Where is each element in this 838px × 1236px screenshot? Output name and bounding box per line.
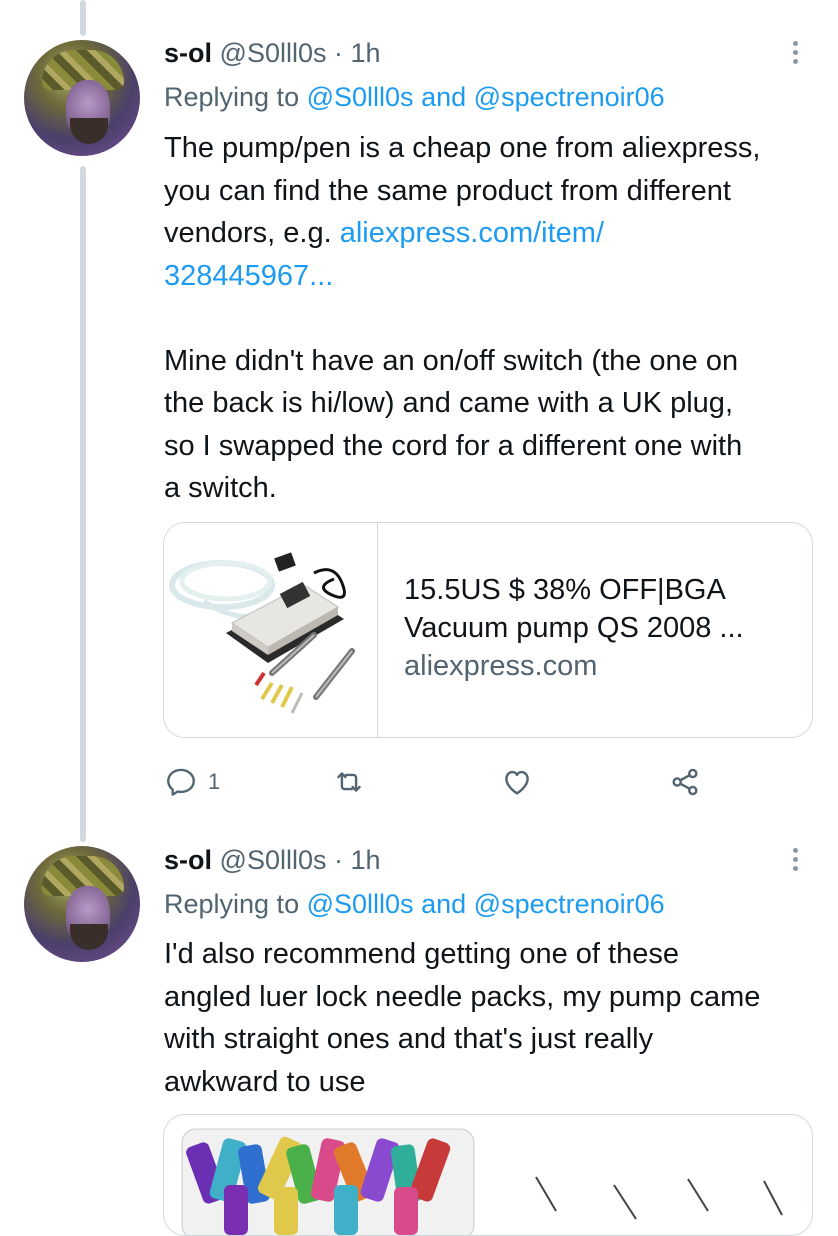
link-preview-card[interactable]: 15.5US $ 38% OFF|BGA Vacuum pump QS 2008…	[163, 522, 813, 738]
avatar[interactable]	[24, 846, 140, 962]
card-image	[164, 523, 378, 737]
author-handle[interactable]: @S0lll0s	[220, 38, 327, 68]
needle-packs-image	[181, 1128, 783, 1235]
reply-count: 1	[208, 769, 221, 794]
tweet-text: I'd also recommend getting one of these …	[164, 938, 761, 1098]
mention-link[interactable]: @S0lll0s	[307, 889, 414, 919]
reply-button[interactable]: 1	[164, 762, 220, 802]
tweet-header: s-ol @S0lll0s · 1h	[164, 38, 381, 69]
card-domain: aliexpress.com	[404, 650, 598, 682]
retweet-icon	[337, 772, 361, 792]
mention-link[interactable]: @S0lll0s	[307, 82, 414, 112]
author-name[interactable]: s-ol	[164, 845, 212, 875]
more-options-icon[interactable]	[786, 38, 804, 68]
like-icon	[505, 770, 529, 795]
author-name[interactable]: s-ol	[164, 38, 212, 68]
card-title-line: Vacuum pump QS 2008 ...	[404, 612, 744, 644]
author-handle[interactable]: @S0lll0s	[220, 845, 327, 875]
thread-line-top	[80, 0, 86, 36]
reply-icon	[167, 768, 195, 796]
url-link[interactable]: aliexpress.com/item/	[340, 217, 604, 249]
mention-link[interactable]: @spectrenoir06	[474, 889, 665, 919]
like-button[interactable]	[500, 762, 534, 802]
tweet-header: s-ol @S0lll0s · 1h	[164, 845, 381, 876]
share-button[interactable]	[668, 762, 702, 802]
replying-to: Replying to @S0lll0s and @spectrenoir06	[164, 889, 665, 919]
retweet-button[interactable]	[332, 762, 366, 802]
tweet-text: The pump/pen is a cheap one from aliexpr…	[164, 132, 761, 504]
thread-line-middle	[80, 166, 86, 842]
url-link[interactable]: 328445967...	[164, 260, 333, 292]
vacuum-pump-image	[169, 552, 355, 714]
replying-to: Replying to @S0lll0s and @spectrenoir06	[164, 82, 665, 112]
timestamp[interactable]: · 1h	[334, 38, 381, 68]
card-text: 15.5US $ 38% OFF|BGA Vacuum pump QS 2008…	[404, 571, 794, 685]
timestamp[interactable]: · 1h	[334, 845, 381, 875]
share-icon	[672, 768, 698, 796]
media-preview-card[interactable]	[163, 1114, 813, 1236]
card-title-line: 15.5US $ 38% OFF|BGA	[404, 574, 726, 606]
avatar[interactable]	[24, 40, 140, 156]
more-options-icon[interactable]	[786, 845, 804, 875]
mention-link[interactable]: @spectrenoir06	[474, 82, 665, 112]
